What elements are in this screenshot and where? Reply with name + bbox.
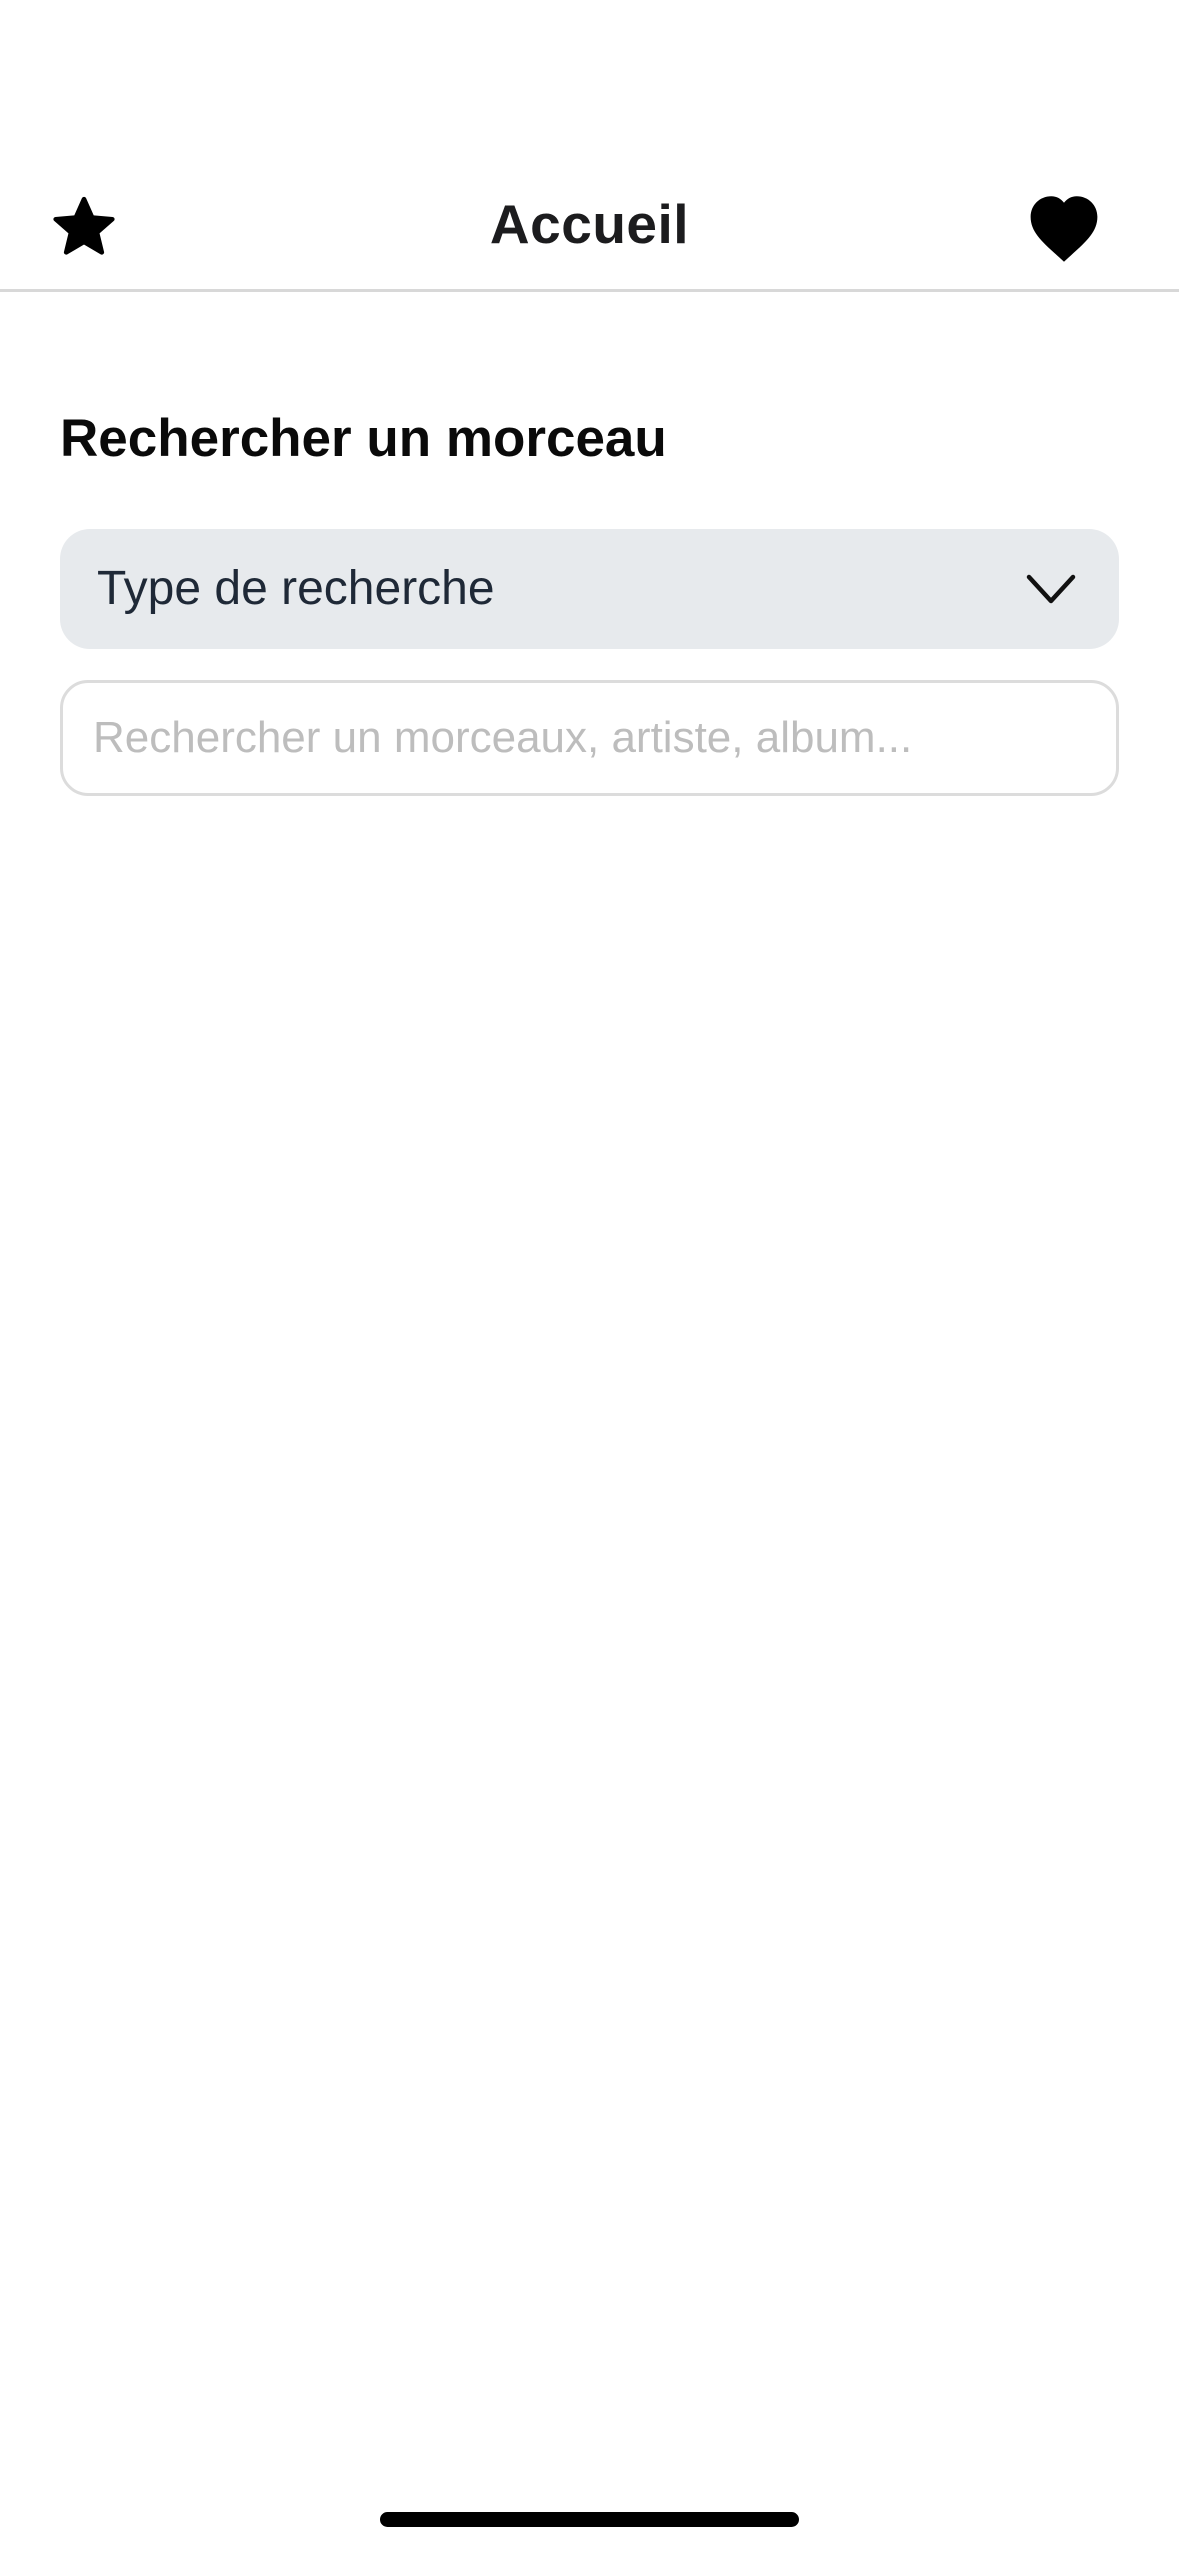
- home-indicator[interactable]: [380, 2512, 799, 2527]
- search-type-label: Type de recherche: [97, 562, 495, 615]
- navigation-bar: Accueil: [0, 150, 1179, 292]
- search-type-select[interactable]: Type de recherche: [60, 529, 1119, 649]
- status-bar: [0, 0, 1179, 150]
- app-screen: Accueil Rechercher un morceau Type de re…: [0, 0, 1179, 2556]
- page-title: Accueil: [489, 193, 690, 255]
- liked-heart-button[interactable]: [1023, 188, 1105, 268]
- section-title: Rechercher un morceau: [60, 409, 667, 468]
- search-input[interactable]: [60, 680, 1119, 796]
- heart-icon: [1030, 196, 1098, 262]
- chevron-down-icon: [1026, 574, 1076, 604]
- main-content: Rechercher un morceau Type de recherche: [60, 292, 1119, 796]
